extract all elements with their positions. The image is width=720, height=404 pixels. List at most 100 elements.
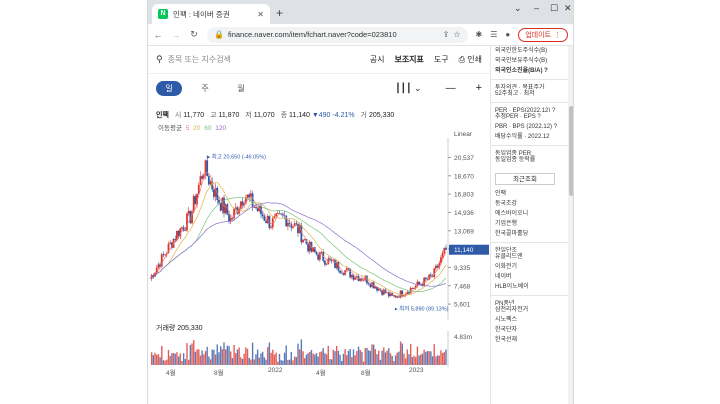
recent-item[interactable]: 한국선재: [491, 335, 573, 345]
recent-item[interactable]: HLB이노베이: [491, 282, 573, 292]
candle-body: [435, 265, 437, 269]
ma60-label[interactable]: 60: [204, 125, 211, 132]
recent-item[interactable]: 한일단조: [491, 242, 573, 252]
recent-item[interactable]: 동국조강: [491, 199, 573, 209]
disclosure-button[interactable]: 공시: [370, 54, 385, 65]
volume-bar: [251, 342, 254, 365]
volume-bar: [304, 358, 306, 365]
chevron-down-icon[interactable]: ⌄: [514, 3, 522, 14]
search-input[interactable]: 종목 또는 지수검색: [168, 54, 360, 65]
candle-body: [184, 230, 187, 232]
volume-bar: [315, 353, 318, 365]
ma120-label[interactable]: 120: [215, 125, 226, 132]
volume-bar: [226, 345, 229, 365]
reading-list-icon[interactable]: ☰: [490, 30, 497, 39]
bookmark-star-icon[interactable]: ☆: [453, 30, 460, 39]
ma5-label[interactable]: 5: [186, 125, 190, 132]
search-icon[interactable]: ⚲: [156, 54, 163, 65]
scale-toggle[interactable]: Linear: [454, 131, 472, 138]
recent-item[interactable]: 시노펙스: [491, 315, 573, 325]
period-day-tab[interactable]: 일: [156, 80, 182, 96]
volume-bar: [396, 352, 398, 365]
volume-bar: [378, 350, 380, 365]
volume-bar: [181, 361, 183, 365]
recent-item[interactable]: 네이버: [491, 272, 573, 282]
candle-body: [354, 277, 357, 280]
close-window-icon[interactable]: ✕: [564, 3, 572, 14]
help-icon[interactable]: ?: [544, 68, 548, 74]
maximize-icon[interactable]: ☐: [550, 3, 558, 14]
profile-avatar-icon[interactable]: ●: [505, 30, 510, 39]
volume-bar: [218, 352, 220, 365]
new-tab-button[interactable]: +: [276, 6, 283, 20]
recent-item[interactable]: 에스바이오니: [491, 209, 573, 219]
scrollbar-thumb[interactable]: [569, 106, 573, 196]
candlestick-icon[interactable]: ┃┃┃ ⌄: [395, 83, 421, 94]
tools-button[interactable]: 도구: [434, 54, 449, 65]
sidebar-scrollbar[interactable]: [568, 46, 573, 404]
candle-body: [218, 199, 220, 203]
high-label: 고: [210, 112, 217, 119]
volume-bar: [369, 350, 372, 365]
recent-item[interactable]: 이화전기: [491, 262, 573, 272]
volume-bar: [159, 357, 161, 365]
volume-bar: [295, 357, 298, 365]
volume-chart[interactable]: 4.83m: [148, 331, 490, 367]
zoom-in-icon[interactable]: +: [476, 82, 482, 94]
help-icon[interactable]: ?: [537, 114, 540, 120]
ma20-label[interactable]: 20: [193, 125, 200, 132]
side-info-row: 추정PER · EPS ?: [495, 114, 541, 120]
recent-item[interactable]: 삼천리자전거: [491, 305, 573, 315]
indicators-button[interactable]: 보조지표: [394, 54, 423, 65]
browser-tab[interactable]: N 인팩 : 네이버 증권 ✕: [152, 4, 270, 24]
back-icon[interactable]: ←: [153, 30, 163, 40]
candle-body: [324, 260, 326, 265]
extensions-icon[interactable]: ✱: [476, 30, 483, 39]
side-info-row: 외국인소진율(B/A) ?: [495, 68, 548, 74]
update-button[interactable]: 업데이트 ⋮: [518, 27, 568, 42]
candle-body: [224, 204, 227, 214]
volume-bar: [428, 351, 430, 365]
volume-bar: [347, 350, 350, 365]
candle-body: [429, 274, 432, 276]
recent-item[interactable]: 한국콜마홀딩: [491, 229, 573, 239]
candle-body: [241, 201, 244, 206]
recent-item[interactable]: 한국단자: [491, 325, 573, 335]
period-month-tab[interactable]: 월: [228, 81, 254, 96]
candle-body: [443, 247, 446, 253]
candle-body: [251, 193, 254, 208]
period-week-tab[interactable]: 주: [192, 81, 218, 96]
volume-bar: [230, 351, 232, 365]
help-icon[interactable]: ?: [554, 124, 557, 130]
reload-icon[interactable]: ↻: [189, 29, 199, 40]
recent-viewed-tab[interactable]: 최근조회: [495, 173, 555, 185]
recent-item[interactable]: 유클리드엔: [491, 252, 573, 262]
zoom-out-icon[interactable]: —: [446, 83, 456, 94]
volume-bar: [346, 355, 348, 365]
candle-body: [219, 202, 222, 211]
minimize-icon[interactable]: –: [534, 3, 539, 13]
volume-bar: [372, 344, 375, 365]
side-info-row: PBR · BPS (2022.12) ?: [495, 124, 558, 130]
print-button[interactable]: ⎙ 인쇄: [459, 54, 482, 65]
recent-item[interactable]: 기업은행: [491, 219, 573, 229]
naver-favicon-icon: N: [158, 9, 168, 19]
close-label: 종: [280, 112, 288, 119]
ohlc-summary: 인팩 시 11,770 고 11,870 저 11,070 종 11,140 ▼…: [156, 110, 394, 120]
tab-close-icon[interactable]: ✕: [257, 10, 264, 19]
forward-icon[interactable]: →: [171, 30, 181, 40]
volume-bar: [278, 354, 281, 365]
volume-bar: [398, 351, 400, 365]
candle-body: [406, 292, 409, 294]
volume-bar: [161, 345, 163, 365]
recent-item[interactable]: PN풍년: [491, 295, 573, 305]
price-chart[interactable]: 20,53718,67016,80314,93613,06911,2029,33…: [148, 138, 490, 320]
candle-body: [275, 213, 278, 216]
volume-bar: [243, 353, 245, 365]
volume-bar: [435, 356, 437, 365]
help-icon[interactable]: ?: [552, 108, 555, 112]
share-icon[interactable]: ⇪: [443, 30, 450, 39]
candle-body: [213, 189, 215, 197]
url-field[interactable]: 🔒 finance.naver.com/item/fchart.naver?co…: [207, 26, 468, 43]
recent-item[interactable]: 인팩: [491, 189, 573, 199]
